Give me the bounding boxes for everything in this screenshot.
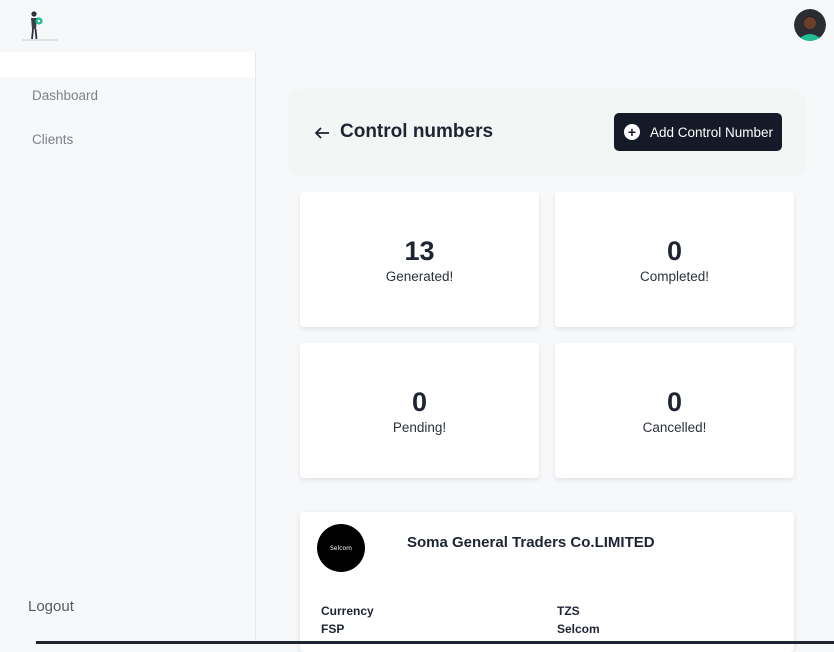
client-name: Soma General Traders Co.LIMITED bbox=[407, 534, 655, 551]
top-bar bbox=[0, 0, 834, 52]
sidebar: Dashboard Clients Logout bbox=[0, 52, 256, 644]
stat-label: Generated! bbox=[385, 269, 454, 284]
stat-value: 13 bbox=[404, 236, 435, 266]
page-title: Control numbers bbox=[340, 121, 494, 142]
stat-card-generated: 13 Generated! bbox=[300, 192, 539, 327]
stat-label: Pending! bbox=[392, 420, 447, 435]
stat-value: 0 bbox=[411, 387, 428, 417]
detail-value-currency: TZS bbox=[557, 604, 580, 618]
add-button-label: Add Control Number bbox=[650, 124, 774, 140]
stat-value: 0 bbox=[666, 236, 683, 266]
stat-card-completed: 0 Completed! bbox=[555, 192, 794, 327]
logout-link[interactable]: Logout bbox=[28, 598, 74, 615]
stat-value: 0 bbox=[666, 387, 683, 417]
stat-card-pending: 0 Pending! bbox=[300, 343, 539, 478]
client-logo: Selcom bbox=[317, 524, 365, 572]
back-arrow-icon[interactable] bbox=[314, 123, 330, 143]
detail-value-fsp: Selcom bbox=[557, 622, 600, 636]
stat-label: Cancelled! bbox=[642, 420, 707, 435]
detail-label-fsp: FSP bbox=[321, 622, 345, 636]
stat-card-cancelled: 0 Cancelled! bbox=[555, 343, 794, 478]
user-avatar[interactable] bbox=[794, 9, 826, 41]
sidebar-item-clients[interactable]: Clients bbox=[32, 132, 73, 147]
add-control-number-button[interactable]: + Add Control Number bbox=[614, 113, 782, 151]
sidebar-item-dashboard[interactable]: Dashboard bbox=[32, 88, 98, 103]
plus-circle-icon: + bbox=[624, 124, 640, 140]
stat-label: Completed! bbox=[639, 269, 710, 284]
page-header: Control numbers + Add Control Number bbox=[288, 89, 806, 177]
detail-label-currency: Currency bbox=[321, 604, 374, 618]
sidebar-active-item[interactable] bbox=[0, 52, 255, 77]
brand-logo[interactable] bbox=[20, 6, 60, 44]
client-card: Selcom Soma General Traders Co.LIMITED C… bbox=[300, 512, 794, 652]
